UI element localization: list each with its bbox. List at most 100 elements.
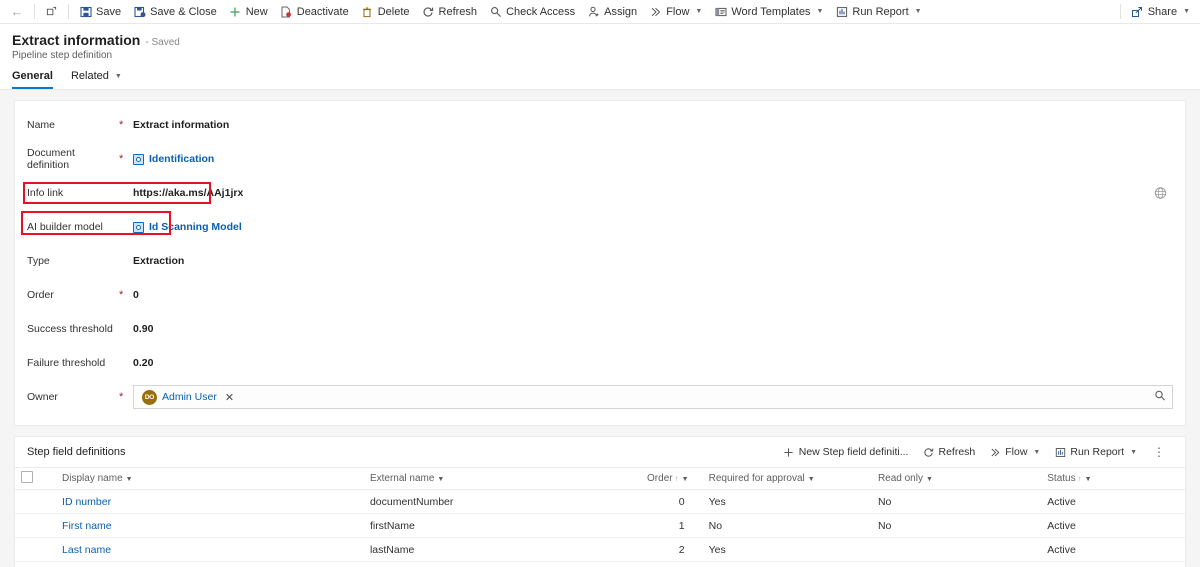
cell-order: 3 [641,561,703,567]
chevron-down-icon: ▼ [925,476,933,483]
column-header-external-name[interactable]: External name ▼ [363,467,642,490]
ai-builder-model-link-text: Id Scanning Model [149,221,242,233]
run-report-icon [835,5,848,18]
table-header-row: Display name ▼ External name ▼ Order ↑ ▼ Req… [15,467,1185,490]
subgrid-title: Step field definitions [27,446,126,458]
chevron-down-icon: ▼ [437,476,445,483]
new-label: New [245,5,268,18]
table-row[interactable]: Address address 3 Yes Active [15,561,1185,567]
check-access-button[interactable]: Check Access [483,1,581,23]
column-header-status[interactable]: Status ↑ ▼ [1041,467,1185,490]
share-icon [1131,5,1144,18]
cell-read-only: No [871,489,1042,514]
save-button[interactable]: Save [73,1,127,23]
column-header-order[interactable]: Order ↑ ▼ [641,467,703,490]
cell-display-name[interactable]: ID number [56,489,364,514]
new-button[interactable]: New [223,1,274,23]
cell-order: 0 [641,489,703,514]
field-label-order: Order [27,289,54,301]
row-link[interactable]: Last name [62,544,111,556]
column-header-read-only[interactable]: Read only ▼ [871,467,1042,490]
flow-button[interactable]: Flow ▼ [643,1,708,23]
table-row[interactable]: ID number documentNumber 0 Yes No Active [15,489,1185,514]
delete-button[interactable]: Delete [355,1,416,23]
tab-general[interactable]: General [12,70,53,89]
cell-display-name[interactable]: Last name [56,537,364,562]
field-value-ai-builder-model[interactable]: Id Scanning Model [133,221,242,233]
subgrid-flow-label: Flow [1005,446,1028,458]
column-header-display-name[interactable]: Display name ▼ [56,467,364,490]
chevron-down-icon: ▼ [816,8,824,15]
share-button[interactable]: Share ▼ [1125,1,1196,23]
trash-icon [361,5,374,18]
toolbar-divider [1119,4,1121,19]
tab-related[interactable]: Related ▼ [71,70,122,89]
field-value-document-definition[interactable]: Identification [133,153,214,165]
save-and-close-button[interactable]: Save & Close [127,1,223,23]
general-form-card: Name * Extract information Document defi… [14,100,1186,426]
cell-display-name[interactable]: First name [56,513,364,538]
toolbar-divider [68,4,69,19]
command-bar-right-group: Share ▼ [1116,1,1196,23]
globe-icon[interactable] [1154,187,1167,200]
field-row-owner: Owner * DO Admin User ✕ [15,383,1185,411]
run-report-label: Run Report [852,5,909,18]
assign-label: Assign [604,5,638,18]
row-select-checkbox[interactable] [15,489,57,514]
subgrid-run-report-button[interactable]: Run Report ▼ [1048,441,1143,463]
owner-chip[interactable]: DO Admin User ✕ [138,389,238,405]
word-templates-button[interactable]: Word Templates ▼ [708,1,829,23]
field-value-failure-threshold[interactable]: 0.20 [133,357,153,369]
subgrid-flow-button[interactable]: Flow ▼ [983,441,1046,463]
column-header-required-for-approval[interactable]: Required for approval ▼ [702,467,872,490]
cell-display-name[interactable]: Address [56,561,364,567]
chevron-down-icon: ▼ [681,476,689,483]
delete-label: Delete [377,5,410,18]
chevron-down-icon: ▼ [1183,8,1190,15]
field-label-success-threshold: Success threshold [27,323,113,335]
row-select-checkbox[interactable] [15,561,57,567]
select-all-checkbox[interactable] [15,467,57,490]
plus-icon [783,446,795,458]
subgrid-refresh-button[interactable]: Refresh [916,441,981,463]
row-link[interactable]: First name [62,520,112,532]
deactivate-button[interactable]: Deactivate [274,1,355,23]
run-report-button[interactable]: Run Report ▼ [829,1,927,23]
assign-button[interactable]: Assign [581,1,643,23]
row-select-checkbox[interactable] [15,537,57,562]
new-step-field-definition-button[interactable]: New Step field definiti... [777,441,915,463]
lookup-search-icon[interactable] [1154,390,1166,405]
row-select-checkbox[interactable] [15,513,57,538]
toolbar-divider [34,4,35,19]
chevron-down-icon: ▼ [114,72,122,80]
row-link[interactable]: ID number [62,496,111,508]
field-value-success-threshold[interactable]: 0.90 [133,323,153,335]
field-value-order[interactable]: 0 [133,289,139,301]
open-in-new-window-button[interactable] [39,1,64,23]
back-arrow-icon[interactable]: ← [4,1,30,23]
field-value-name[interactable]: Extract information [133,119,229,131]
owner-lookup-input[interactable]: DO Admin User ✕ [133,385,1173,409]
more-vertical-icon[interactable]: ⋮ [1145,441,1173,463]
cell-external-name: address [363,561,642,567]
cell-required-for-approval: Yes [702,489,872,514]
field-value-type[interactable]: Extraction [133,255,184,267]
close-icon[interactable]: ✕ [225,391,234,404]
required-indicator: * [119,153,124,165]
refresh-button[interactable]: Refresh [416,1,484,23]
table-row[interactable]: Last name lastName 2 Yes Active [15,537,1185,562]
subgrid-toolbar: New Step field definiti... Refresh Flow … [777,441,1173,463]
cell-status: Active [1041,561,1185,567]
open-in-new-window-icon [45,5,58,18]
table-body: ID number documentNumber 0 Yes No Active… [15,489,1185,567]
record-header: Extract information - Saved Pipeline ste… [0,24,1200,90]
sort-ascending-icon: ↑ [1077,474,1082,483]
save-label: Save [96,5,122,18]
sort-ascending-icon: ↑ [674,474,679,483]
table-row[interactable]: First name firstName 1 No No Active [15,513,1185,538]
run-report-icon [1054,446,1066,458]
field-value-info-link[interactable]: https://aka.ms/AAj1jrx [133,187,243,199]
field-row-success-threshold: Success threshold 0.90 [15,315,1185,343]
cell-required-for-approval: No [702,513,872,538]
command-bar: ← Save Save & Close New Deactivate Delet… [0,0,1200,24]
